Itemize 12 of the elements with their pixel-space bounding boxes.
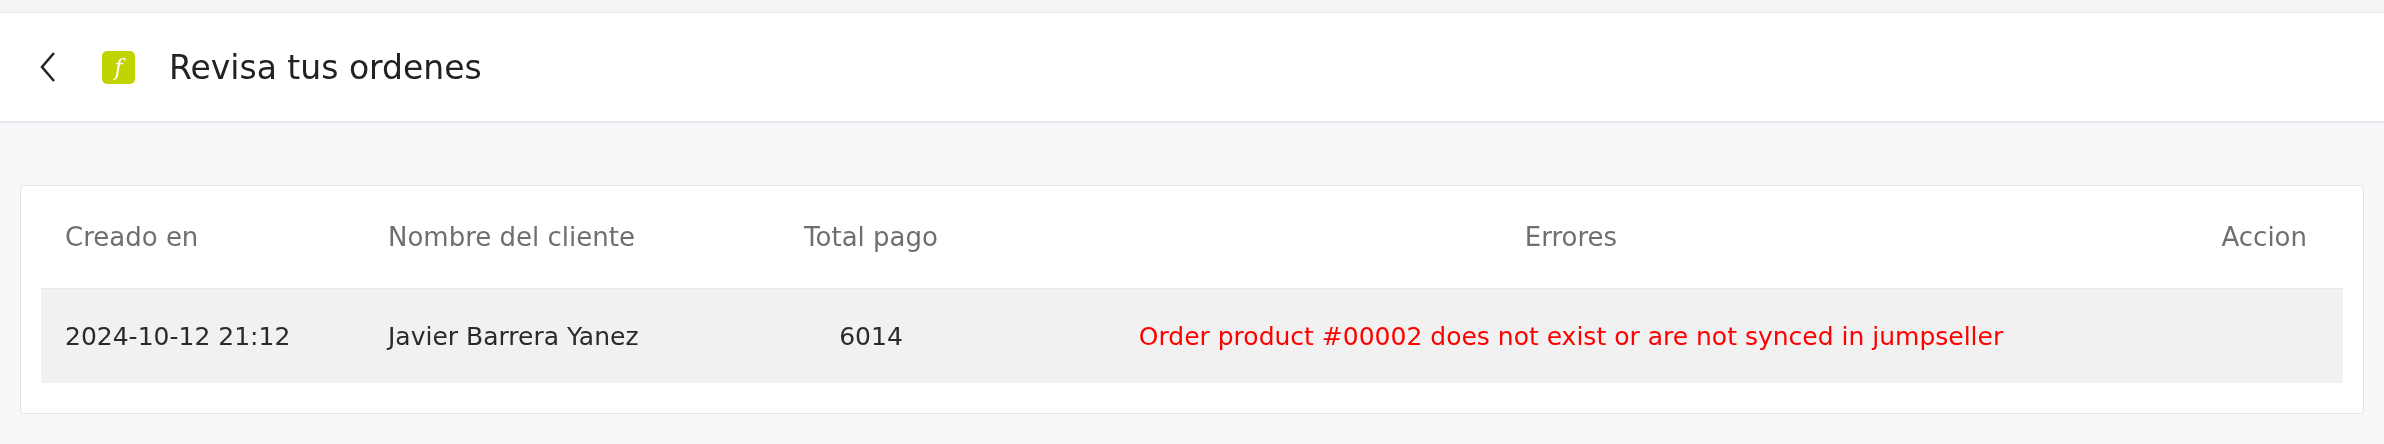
column-header: Errores (1523, 222, 1619, 252)
column-header: Accion (2220, 222, 2308, 252)
column-header: Total pago (803, 222, 939, 252)
table-cell-text: Javier Barrera Yanez (385, 321, 640, 351)
column-header: Nombre del cliente (387, 222, 636, 252)
page-title: Revisa tus ordenes (169, 47, 482, 87)
column-header: Creado en (64, 222, 200, 252)
logo-icon: f (102, 50, 135, 84)
table-cell-text: 6014 (838, 321, 904, 351)
back-icon[interactable] (38, 50, 58, 84)
table-cell-text: 2024-10-12 21:12 (64, 321, 292, 351)
error-message: Order product #00002 does not exist or are not synced in jumpseller (1137, 321, 2005, 351)
